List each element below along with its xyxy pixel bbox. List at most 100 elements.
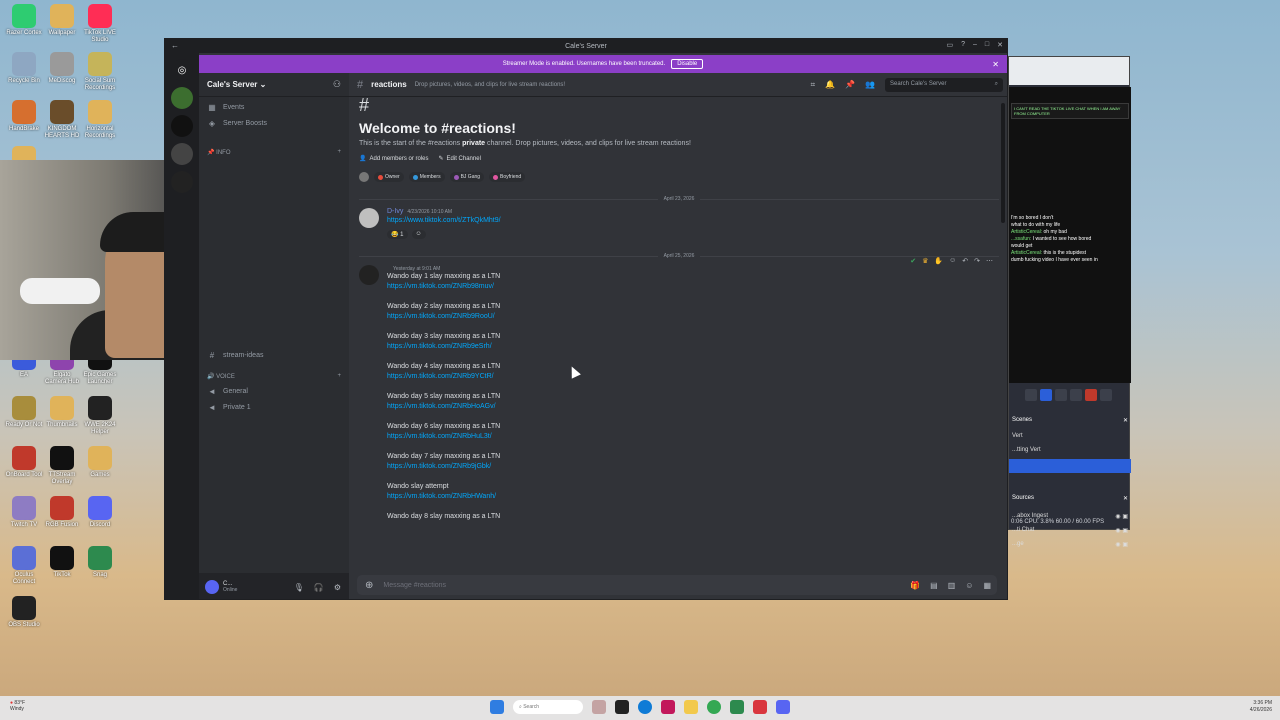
role-pill[interactable]: Owner bbox=[374, 172, 404, 182]
obs-control-button[interactable] bbox=[1055, 389, 1067, 401]
avatar[interactable] bbox=[359, 265, 379, 285]
discord-icon[interactable] bbox=[776, 700, 790, 714]
desktop-shortcut[interactable]: Snag bbox=[80, 546, 120, 579]
search-input[interactable]: Search Cale's Server ⌕ bbox=[885, 77, 1003, 92]
avatar[interactable] bbox=[359, 208, 379, 228]
sidebar-item-server-boosts[interactable]: ◈ Server Boosts bbox=[199, 115, 349, 131]
desktop-shortcut[interactable]: MeDiscog bbox=[42, 52, 82, 85]
app-icon[interactable] bbox=[753, 700, 767, 714]
reply-icon[interactable]: ↶ bbox=[962, 257, 968, 265]
obs-control-button[interactable] bbox=[1100, 389, 1112, 401]
add-members-button[interactable]: 👤 Add members or roles bbox=[359, 155, 429, 163]
message-link[interactable]: https://vm.tiktok.com/ZNRbHuL3t/ bbox=[387, 433, 999, 440]
app-icon[interactable] bbox=[592, 700, 606, 714]
voice-channel-general[interactable]: ◄ General bbox=[199, 383, 349, 399]
edit-channel-button[interactable]: ✎ Edit Channel bbox=[439, 155, 481, 163]
app-icon[interactable] bbox=[730, 700, 744, 714]
desktop-shortcut[interactable]: Ready Or Not bbox=[4, 396, 44, 429]
desktop-shortcut[interactable]: Games bbox=[80, 446, 120, 479]
server-icon[interactable] bbox=[171, 143, 193, 165]
forward-icon[interactable]: ↷ bbox=[974, 257, 980, 265]
desktop-shortcut[interactable]: Recycle Bin bbox=[4, 52, 44, 85]
crown-icon[interactable]: ♛ bbox=[922, 257, 928, 265]
obs-source-item[interactable]: ...ge ◉ ▣ bbox=[1009, 539, 1131, 550]
desktop-shortcut[interactable]: TikTok LIVE Studio bbox=[80, 4, 120, 44]
scrollbar[interactable] bbox=[1001, 103, 1005, 223]
eye-icon[interactable]: ◉ ▣ bbox=[1115, 541, 1128, 548]
app-icon[interactable] bbox=[615, 700, 629, 714]
server-icon[interactable] bbox=[171, 171, 193, 193]
members-icon[interactable]: 👥 bbox=[865, 80, 875, 89]
message-link[interactable]: https://vm.tiktok.com/ZNRb9jGbk/ bbox=[387, 463, 999, 470]
weather-widget[interactable]: ● 83°F Windy bbox=[10, 700, 25, 712]
help-icon[interactable]: ? bbox=[961, 41, 965, 49]
chrome-icon[interactable] bbox=[707, 700, 721, 714]
obs-scene-item[interactable]: ...tting Vert bbox=[1009, 445, 1131, 455]
more-icon[interactable]: ⋯ bbox=[986, 257, 993, 265]
add-reaction-icon[interactable]: ☺ bbox=[949, 257, 956, 265]
desktop-shortcut[interactable]: RGB Fusion bbox=[42, 496, 82, 529]
obs-control-button[interactable] bbox=[1085, 389, 1097, 401]
back-arrow-icon[interactable]: ← bbox=[171, 41, 179, 50]
avatar[interactable] bbox=[205, 580, 219, 594]
category-info[interactable]: 📌 INFO + bbox=[199, 145, 349, 159]
close-icon[interactable]: ✕ bbox=[1123, 417, 1128, 425]
desktop-shortcut[interactable]: Thumbnails bbox=[42, 396, 82, 429]
minimize-icon[interactable]: – bbox=[973, 41, 977, 49]
obs-scene-item[interactable]: Vert bbox=[1009, 431, 1131, 441]
close-icon[interactable]: ✕ bbox=[1123, 495, 1128, 503]
voice-channel-private-1[interactable]: ◄ Private 1 bbox=[199, 399, 349, 415]
role-pill[interactable]: Members bbox=[408, 172, 445, 182]
obs-control-button[interactable] bbox=[1040, 389, 1052, 401]
message-link[interactable]: https://vm.tiktok.com/ZNRbHoAGv/ bbox=[387, 403, 999, 410]
desktop-shortcut[interactable]: Wallpaper bbox=[42, 4, 82, 37]
message-link[interactable]: https://www.tiktok.com/t/ZTkQkMht9/ bbox=[387, 217, 501, 224]
close-icon[interactable]: ✕ bbox=[992, 60, 999, 69]
desktop-shortcut[interactable]: TikTok bbox=[42, 546, 82, 579]
gift-icon[interactable]: 🎁 bbox=[910, 581, 920, 590]
obs-control-button[interactable] bbox=[1070, 389, 1082, 401]
category-voice[interactable]: 🔊 VOICE + bbox=[199, 369, 349, 383]
inbox-icon[interactable]: ▭ bbox=[946, 41, 953, 49]
start-icon[interactable] bbox=[490, 700, 504, 714]
role-pill[interactable]: BJ Gang bbox=[449, 172, 485, 182]
desktop-shortcut[interactable]: Twitch TV bbox=[4, 496, 44, 529]
close-icon[interactable]: ✕ bbox=[997, 41, 1003, 49]
sticker-icon[interactable]: ▥ bbox=[948, 581, 956, 590]
role-pill[interactable]: Boyfriend bbox=[489, 172, 526, 182]
obs-source-item[interactable]: ...ti Chat ◉ ▣ bbox=[1009, 525, 1131, 536]
desktop-shortcut[interactable]: Social Sum Recordings bbox=[80, 52, 120, 92]
desktop-shortcut[interactable]: OnBoard Tool bbox=[4, 446, 44, 479]
sidebar-item-events[interactable]: ▦ Events bbox=[199, 99, 349, 115]
plus-icon[interactable]: ⊕ bbox=[365, 580, 373, 591]
desktop-shortcut[interactable]: Oculus Connect bbox=[4, 546, 44, 586]
add-channel-icon[interactable]: + bbox=[337, 149, 341, 155]
check-icon[interactable]: ✔ bbox=[910, 257, 916, 265]
desktop-shortcut[interactable]: WWE 2K24 Helper bbox=[80, 396, 120, 436]
headphones-icon[interactable]: 🎧 bbox=[314, 583, 324, 592]
obs-scene-item-selected[interactable] bbox=[1009, 459, 1131, 473]
desktop-shortcut[interactable]: KINGDOM HEARTS HD bbox=[42, 100, 82, 140]
message-link[interactable]: https://vm.tiktok.com/ZNRbHWanh/ bbox=[387, 493, 999, 500]
maximize-icon[interactable]: □ bbox=[985, 41, 989, 49]
desktop-shortcut[interactable]: TTStream Overlay bbox=[42, 446, 82, 486]
server-icon[interactable] bbox=[171, 115, 193, 137]
desktop-shortcut[interactable]: Razer Cortex bbox=[4, 4, 44, 37]
gear-icon[interactable]: ⚙ bbox=[334, 583, 341, 592]
apps-icon[interactable]: ▦ bbox=[983, 581, 991, 590]
reaction-button[interactable]: 😂 1 bbox=[387, 230, 408, 239]
message-link[interactable]: https://vm.tiktok.com/ZNRb9RooU/ bbox=[387, 313, 999, 320]
taskbar-search[interactable]: ⌕ Search bbox=[513, 700, 583, 714]
obs-control-button[interactable] bbox=[1025, 389, 1037, 401]
gif-icon[interactable]: ▤ bbox=[930, 581, 938, 590]
threads-icon[interactable]: ⌗ bbox=[811, 80, 816, 90]
message-author[interactable]: D-Ivy bbox=[387, 208, 403, 215]
folder-icon[interactable] bbox=[684, 700, 698, 714]
server-icon[interactable] bbox=[171, 87, 193, 109]
microphone-icon[interactable]: 🎙 bbox=[294, 583, 304, 592]
message-input[interactable]: Message #reactions bbox=[383, 582, 446, 589]
desktop-shortcut[interactable]: Discord bbox=[80, 496, 120, 529]
hand-icon[interactable]: ✋ bbox=[934, 257, 943, 265]
disable-streamer-mode-button[interactable]: Disable bbox=[671, 59, 704, 69]
add-channel-icon[interactable]: + bbox=[337, 373, 341, 379]
